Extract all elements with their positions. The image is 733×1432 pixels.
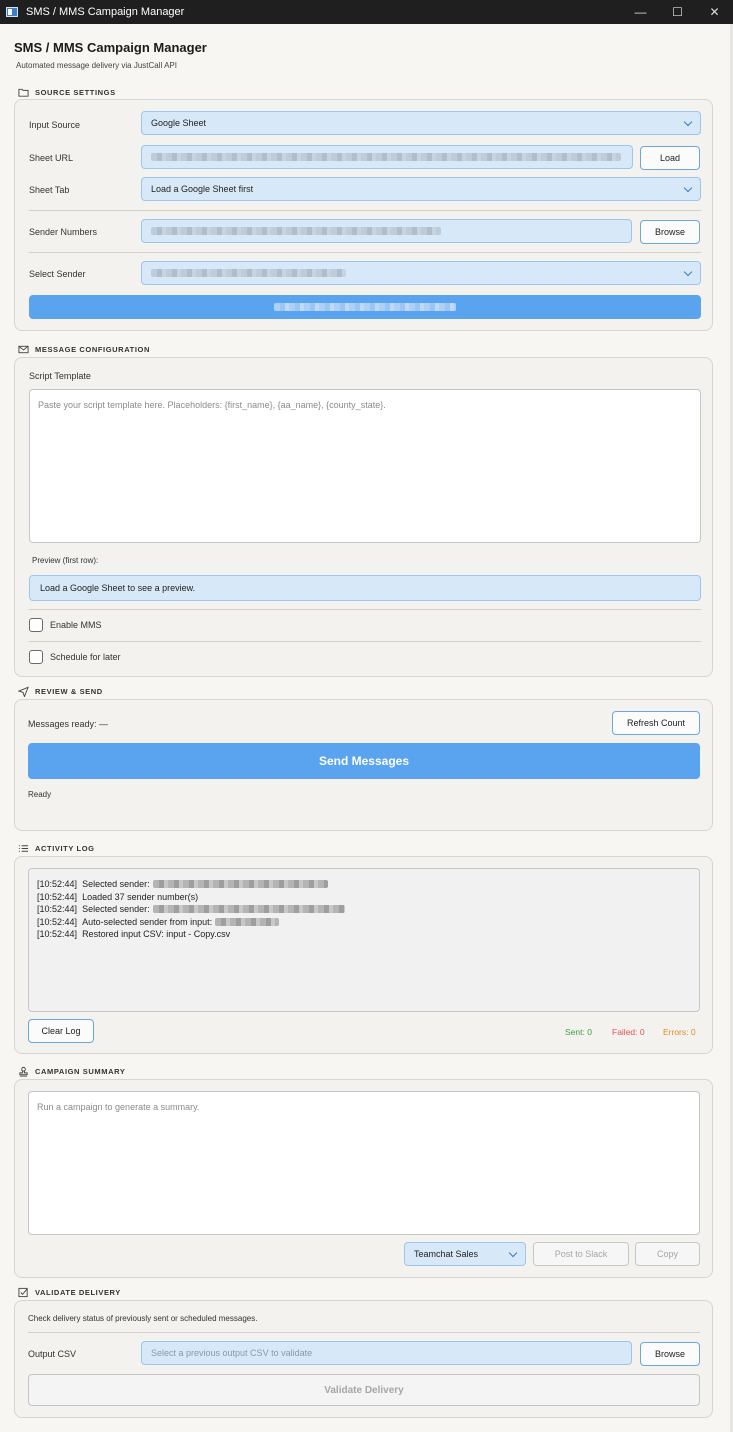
source-settings-panel: Input Source Google Sheet Sheet URL Load… (14, 99, 713, 331)
script-template-label: Script Template (29, 371, 91, 381)
divider (29, 210, 701, 211)
divider (29, 641, 701, 642)
validate-description: Check delivery status of previously sent… (28, 1314, 258, 1323)
checkbox-box[interactable] (29, 650, 43, 664)
minimize-button[interactable]: — (622, 0, 659, 24)
preview-label: Preview (first row): (32, 556, 99, 565)
refresh-count-button[interactable]: Refresh Count (612, 711, 700, 735)
window-titlebar: SMS / MMS Campaign Manager — ☐ ✕ (0, 0, 733, 24)
stamp-icon (19, 1066, 28, 1077)
send-messages-button[interactable]: Send Messages (28, 743, 700, 779)
review-send-heading: REVIEW & SEND (18, 686, 103, 697)
selected-sender-banner[interactable] (29, 295, 701, 319)
sender-numbers-label: Sender Numbers (29, 227, 98, 237)
sheet-tab-label: Sheet Tab (29, 185, 70, 195)
validate-delivery-panel: Check delivery status of previously sent… (14, 1300, 713, 1418)
folder-icon (18, 88, 29, 97)
campaign-summary-textarea[interactable]: Run a campaign to generate a summary. (28, 1091, 700, 1235)
maximize-button[interactable]: ☐ (659, 0, 696, 24)
select-sender-label: Select Sender (29, 269, 86, 279)
input-source-label: Input Source (29, 120, 81, 130)
sheet-tab-select[interactable]: Load a Google Sheet first (141, 177, 701, 201)
list-icon (18, 845, 29, 852)
log-line: [10:52:44] Auto-selected sender from inp… (37, 916, 691, 929)
message-configuration-heading: MESSAGE CONFIGURATION (18, 344, 150, 355)
errors-count: Errors: 0 (663, 1027, 696, 1037)
sent-count: Sent: 0 (565, 1027, 592, 1037)
sheet-url-input[interactable] (141, 145, 633, 169)
app-window: SMS / MMS Campaign Manager Automated mes… (0, 24, 733, 1432)
page-title: SMS / MMS Campaign Manager (14, 40, 207, 55)
validate-delivery-heading: VALIDATE DELIVERY (18, 1287, 121, 1298)
page-subtitle: Automated message delivery via JustCall … (16, 61, 177, 70)
source-settings-heading: SOURCE SETTINGS (18, 87, 116, 98)
log-line: [10:52:44] Selected sender: (37, 903, 691, 916)
checkbox-check-icon (18, 1287, 28, 1298)
divider (29, 252, 701, 253)
failed-count: Failed: 0 (612, 1027, 645, 1037)
clear-log-button[interactable]: Clear Log (28, 1019, 94, 1043)
activity-log-output: [10:52:44] Selected sender: [10:52:44] L… (28, 868, 700, 1012)
campaign-summary-panel: Run a campaign to generate a summary. Te… (14, 1079, 713, 1278)
log-line: [10:52:44] Restored input CSV: input - C… (37, 929, 231, 939)
script-template-textarea[interactable]: Paste your script template here. Placeho… (29, 389, 701, 543)
output-csv-label: Output CSV (28, 1349, 77, 1359)
schedule-later-checkbox[interactable]: Schedule for later (29, 650, 121, 664)
preview-field: Load a Google Sheet to see a preview. (29, 575, 701, 601)
sender-numbers-browse-button[interactable]: Browse (640, 220, 700, 244)
input-source-select[interactable]: Google Sheet (141, 111, 701, 135)
messages-ready-label: Messages ready: — (28, 719, 109, 729)
campaign-summary-heading: CAMPAIGN SUMMARY (18, 1066, 125, 1077)
validate-delivery-button[interactable]: Validate Delivery (28, 1374, 700, 1406)
copy-summary-button[interactable]: Copy (635, 1242, 700, 1266)
envelope-icon (18, 345, 29, 354)
log-line: [10:52:44] Loaded 37 sender number(s) (37, 891, 199, 902)
output-csv-browse-button[interactable]: Browse (640, 1342, 700, 1366)
enable-mms-checkbox[interactable]: Enable MMS (29, 618, 102, 632)
close-button[interactable]: ✕ (696, 0, 733, 24)
status-text: Ready (28, 790, 52, 799)
checkbox-box[interactable] (29, 618, 43, 632)
divider (28, 1332, 700, 1333)
activity-log-heading: ACTIVITY LOG (18, 843, 95, 854)
slack-channel-select[interactable]: Teamchat Sales (404, 1242, 526, 1266)
send-icon (18, 686, 29, 697)
sheet-url-label: Sheet URL (29, 153, 74, 163)
activity-log-panel: [10:52:44] Selected sender: [10:52:44] L… (14, 856, 713, 1054)
log-line: [10:52:44] Selected sender: (37, 878, 691, 891)
window-title: SMS / MMS Campaign Manager (26, 6, 185, 18)
select-sender-select[interactable] (141, 261, 701, 285)
output-csv-input[interactable]: Select a previous output CSV to validate (141, 1341, 632, 1365)
post-to-slack-button[interactable]: Post to Slack (533, 1242, 629, 1266)
divider (29, 609, 701, 610)
sender-numbers-input[interactable] (141, 219, 632, 243)
load-button[interactable]: Load (640, 146, 700, 170)
review-send-panel: Messages ready: — Refresh Count Send Mes… (14, 699, 713, 831)
app-icon (6, 7, 18, 17)
message-configuration-panel: Script Template Paste your script templa… (14, 357, 713, 677)
